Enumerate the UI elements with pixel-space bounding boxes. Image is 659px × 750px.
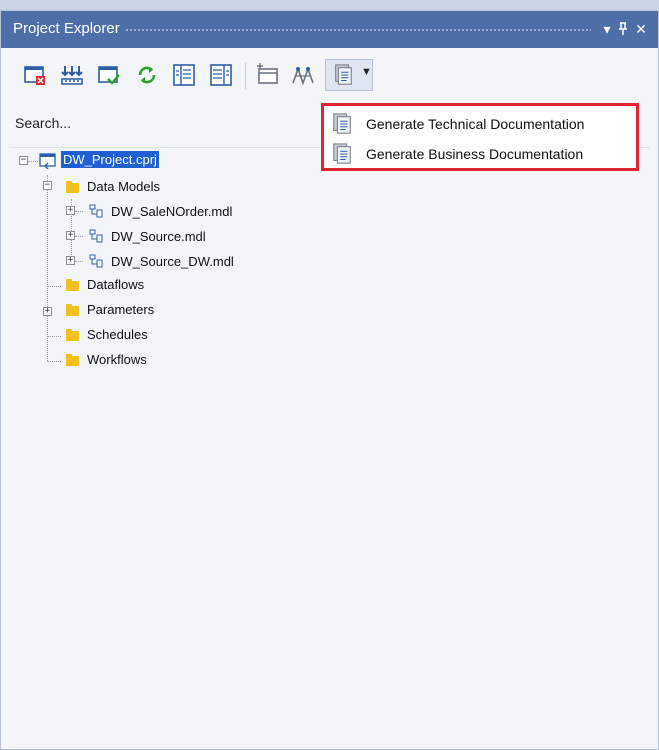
collapse-toggle[interactable]: − — [43, 181, 52, 190]
tree-item-workflows[interactable]: Workflows — [87, 352, 147, 367]
collapse-toggle[interactable]: − — [19, 156, 28, 165]
tree-item-data-models[interactable]: Data Models — [87, 179, 160, 194]
project-icon — [39, 153, 56, 169]
tree-item-schedules[interactable]: Schedules — [87, 327, 148, 342]
expand-toggle[interactable]: + — [66, 206, 75, 215]
tree-item-project-label: DW_Project.cprj — [61, 151, 159, 168]
tree-connector — [28, 161, 38, 162]
model-icon — [89, 204, 103, 218]
tree-connector — [47, 361, 61, 362]
expand-toggle[interactable]: + — [66, 256, 75, 265]
tree-item-model[interactable]: DW_Source_DW.mdl — [111, 254, 234, 269]
documentation-menu: Generate Technical Documentation Generat… — [321, 103, 639, 171]
menu-item-label: Generate Technical Documentation — [366, 116, 585, 132]
tree-item-parameters[interactable]: Parameters — [87, 302, 154, 317]
tree-connector — [75, 236, 83, 237]
expand-toggle[interactable]: + — [43, 307, 52, 316]
tree-connector — [47, 175, 48, 361]
menu-item-label: Generate Business Documentation — [366, 146, 584, 162]
tree-connector — [47, 336, 61, 337]
model-icon — [89, 229, 103, 243]
menu-item-generate-business-documentation[interactable]: Generate Business Documentation — [324, 139, 636, 169]
folder-icon — [66, 279, 79, 291]
tree-connector — [75, 211, 83, 212]
tree-item-model[interactable]: DW_Source.mdl — [111, 229, 206, 244]
tree-item-project[interactable]: DW_Project.cprj — [61, 151, 159, 168]
model-icon — [89, 254, 103, 268]
documentation-icon — [333, 143, 351, 164]
folder-icon — [66, 181, 79, 193]
folder-icon — [66, 304, 79, 316]
project-explorer-panel: Project Explorer ▾ ✕ ▼ Search... − DW_Pr… — [0, 10, 659, 750]
tree-item-dataflows[interactable]: Dataflows — [87, 277, 144, 292]
tree-connector — [75, 261, 83, 262]
folder-icon — [66, 354, 79, 366]
folder-icon — [66, 329, 79, 341]
tree-connector — [47, 286, 61, 287]
tree-item-model[interactable]: DW_SaleNOrder.mdl — [111, 204, 232, 219]
menu-item-generate-technical-documentation[interactable]: Generate Technical Documentation — [324, 109, 636, 139]
expand-toggle[interactable]: + — [66, 231, 75, 240]
documentation-icon — [333, 113, 351, 134]
